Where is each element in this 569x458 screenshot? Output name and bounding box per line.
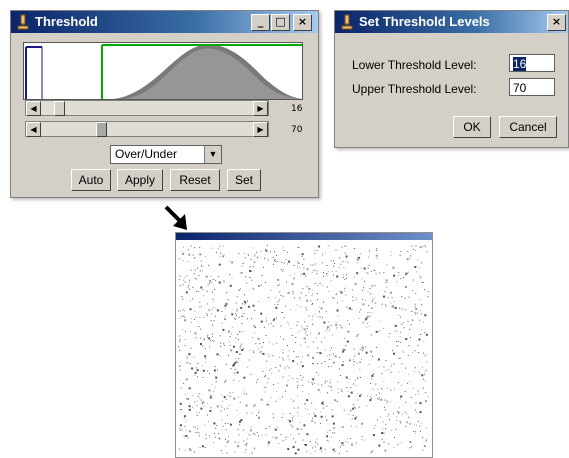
upper-level-field[interactable]: 70 (509, 78, 555, 96)
auto-button[interactable]: Auto (71, 169, 111, 191)
upper-slider-track[interactable] (41, 122, 253, 137)
cancel-button[interactable]: Cancel (499, 116, 557, 138)
lower-level-field-value: 16 (513, 57, 527, 71)
levels-titlebar[interactable]: Set Threshold Levels × (335, 11, 568, 33)
histogram-graph (25, 44, 302, 99)
threshold-mode-value: Over/Under (115, 147, 178, 161)
lower-slider-track[interactable] (41, 101, 253, 116)
threshold-title: Threshold (35, 14, 98, 29)
reset-button[interactable]: Reset (170, 169, 220, 191)
set-threshold-levels-dialog: Set Threshold Levels × Lower Threshold L… (334, 10, 569, 148)
slider-right-arrow-icon[interactable]: ▶ (253, 122, 268, 137)
threshold-titlebar[interactable]: Threshold _ □ × (11, 11, 318, 33)
minimize-button[interactable]: _ (251, 14, 270, 31)
slider-left-arrow-icon[interactable]: ◀ (26, 101, 41, 116)
lower-level-field[interactable]: 16 (509, 54, 555, 72)
image-titlebar[interactable] (176, 233, 432, 240)
thresholded-image-window (175, 232, 433, 458)
lower-slider-thumb[interactable] (54, 101, 65, 116)
arrow-icon (164, 205, 187, 230)
apply-button[interactable]: Apply (117, 169, 163, 191)
upper-threshold-slider[interactable]: ◀ ▶ (25, 121, 269, 137)
threshold-window: Threshold _ □ × ◀ ▶ 16 ◀ ▶ 70 Over/Under… (10, 10, 319, 198)
upper-level-label: Upper Threshold Level: (352, 82, 477, 96)
microscope-icon (341, 14, 353, 30)
chevron-down-icon[interactable]: ▼ (204, 146, 221, 163)
levels-title: Set Threshold Levels (359, 14, 490, 29)
upper-slider-thumb[interactable] (96, 122, 107, 137)
set-button[interactable]: Set (227, 169, 261, 191)
close-button[interactable]: × (293, 14, 312, 31)
maximize-button[interactable]: □ (271, 14, 290, 31)
threshold-mode-select[interactable]: Over/Under ▼ (110, 145, 222, 164)
lower-threshold-value: 16 (291, 104, 303, 114)
upper-level-field-value: 70 (513, 81, 527, 95)
upper-threshold-value: 70 (291, 125, 303, 135)
histogram-panel (23, 42, 303, 100)
close-button[interactable]: × (547, 14, 566, 31)
thresholded-image (178, 245, 429, 455)
lower-threshold-slider[interactable]: ◀ ▶ (25, 100, 269, 116)
slider-left-arrow-icon[interactable]: ◀ (26, 122, 41, 137)
ok-button[interactable]: OK (453, 116, 491, 138)
slider-right-arrow-icon[interactable]: ▶ (253, 101, 268, 116)
microscope-icon (17, 14, 29, 30)
lower-level-label: Lower Threshold Level: (352, 58, 477, 72)
